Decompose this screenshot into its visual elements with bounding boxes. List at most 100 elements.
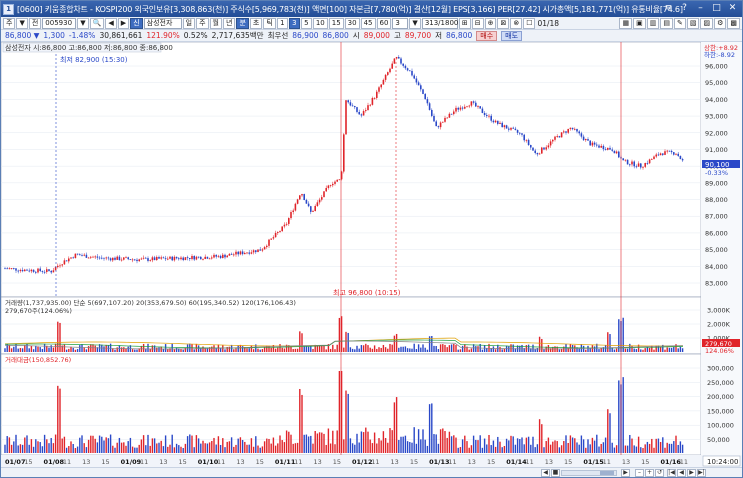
period-button-1[interactable]: 주	[196, 17, 209, 29]
candle-body	[391, 63, 393, 69]
interval-group: 1 3 5 10 15 30 45 60	[276, 17, 392, 29]
buy-button[interactable]: 매수	[476, 30, 498, 41]
candle-body	[43, 271, 46, 273]
search-icon[interactable]: 🔍	[89, 17, 105, 29]
x-axis-label: 11	[603, 458, 611, 466]
candle-body	[567, 128, 569, 133]
data-count-field[interactable]: 313/1800	[421, 17, 458, 29]
scroll-stop-icon[interactable]: ■	[551, 469, 560, 477]
interval-button-1[interactable]: 1	[276, 17, 288, 29]
volume-bar	[215, 348, 217, 352]
amount-bar	[109, 434, 112, 453]
tool-icon-2[interactable]: ⊕	[484, 17, 497, 29]
interval-button-60[interactable]: 60	[376, 17, 392, 29]
candle-body	[626, 159, 629, 165]
chart-scrollbar[interactable]	[561, 470, 617, 476]
interval-button-30[interactable]: 30	[344, 17, 360, 29]
amount-bar	[50, 437, 52, 453]
interval-dropdown-icon[interactable]: ▼	[409, 17, 421, 29]
help-icon[interactable]: ?	[677, 2, 692, 15]
candle-body	[602, 145, 605, 150]
settings-icon-1[interactable]: ▣	[633, 17, 646, 29]
volume-bar	[24, 344, 26, 352]
tool-icon-4[interactable]: ⊗	[510, 17, 523, 29]
tool-icon-1[interactable]: ⊟	[471, 17, 484, 29]
zoom-reset-icon[interactable]: ↺	[655, 469, 664, 477]
period-button-2[interactable]: 월	[209, 17, 222, 29]
settings-icon-6[interactable]: ▨	[700, 17, 714, 29]
volume-bar	[109, 343, 112, 352]
interval-input[interactable]: 3	[392, 17, 409, 29]
prev-page-icon[interactable]: ◀	[677, 469, 686, 477]
last-page-icon[interactable]: ▶|	[697, 469, 706, 477]
period-button-5[interactable]: 초	[249, 17, 263, 29]
candle-body	[576, 128, 578, 132]
code-dropdown-icon[interactable]: ▼	[77, 17, 89, 29]
volume-bar	[666, 347, 668, 352]
candle-body	[635, 166, 638, 168]
candle-body	[670, 150, 673, 153]
minimize-icon[interactable]: –	[693, 2, 708, 15]
interval-button-5[interactable]: 5	[300, 17, 312, 29]
zoom-out-icon[interactable]: –	[635, 469, 644, 477]
next-page-icon[interactable]: ▶	[687, 469, 696, 477]
period-button-0[interactable]: 일	[182, 17, 196, 29]
candle-body	[398, 56, 400, 59]
sell-button[interactable]: 매도	[501, 30, 523, 41]
settings-icon-4[interactable]: ✎	[673, 17, 686, 29]
volume-bar	[270, 347, 272, 352]
next-stock-icon[interactable]: ▶	[117, 17, 130, 29]
tool-icon-3[interactable]: ⊠	[497, 17, 510, 29]
candle-body	[369, 104, 371, 106]
scroll-left-icon[interactable]: ◀	[541, 469, 550, 477]
candle-body	[266, 245, 268, 248]
first-page-icon[interactable]: |◀	[667, 469, 676, 477]
chart-area[interactable]: 삼성전자 시:86,800 고:86,800 저:86,800 종:86,800…	[1, 42, 742, 467]
date-checkbox[interactable]: ☐	[523, 17, 536, 29]
settings-icon-2[interactable]: ▥	[646, 17, 660, 29]
interval-button-45[interactable]: 45	[360, 17, 376, 29]
interval-button-3[interactable]: 3	[288, 17, 300, 29]
volume-bar	[85, 349, 88, 352]
amount-bar	[248, 444, 250, 453]
settings-icon-5[interactable]: ▧	[686, 17, 700, 29]
period-button-4[interactable]: 분	[236, 17, 249, 29]
market-button[interactable]: 주	[3, 17, 16, 29]
amount-bar	[164, 435, 167, 453]
candle-body	[347, 100, 349, 103]
settings-icon-0[interactable]: ▦	[619, 17, 633, 29]
settings-icon-3[interactable]: ▤	[660, 17, 673, 29]
amount-bar	[105, 437, 107, 453]
scroll-right-icon[interactable]: ▶	[621, 469, 630, 477]
all-market-button[interactable]: 전	[28, 17, 42, 29]
amount-bar	[615, 445, 618, 453]
period-button-3[interactable]: 년	[223, 17, 236, 29]
volume-bar	[294, 348, 297, 352]
candle-body	[488, 115, 490, 117]
amount-bar	[277, 443, 279, 453]
close-icon[interactable]: ✕	[725, 2, 740, 15]
price-axis-label: 85,000	[705, 246, 728, 254]
amount-bar	[296, 442, 299, 453]
zoom-in-icon[interactable]: +	[645, 469, 654, 477]
prev-stock-icon[interactable]: ◀	[105, 17, 117, 29]
interval-button-15[interactable]: 15	[328, 17, 344, 29]
period-button-6[interactable]: 틱	[263, 17, 276, 29]
settings-icon-8[interactable]: ▩	[727, 17, 740, 29]
market-dropdown-icon[interactable]: ▼	[16, 17, 28, 29]
candle-body	[615, 151, 618, 154]
volume-bar	[41, 348, 44, 352]
candle-body	[41, 270, 44, 272]
tool-icon-0[interactable]: ⊞	[458, 17, 471, 29]
chart-scrollbar-thumb[interactable]	[600, 471, 614, 475]
candle-body	[310, 206, 312, 212]
x-axis-label: 11	[680, 458, 688, 466]
volume-bar	[659, 347, 662, 352]
stock-code-input[interactable]: 005930	[42, 17, 77, 29]
maximize-icon[interactable]: □	[709, 2, 724, 15]
interval-button-10[interactable]: 10	[312, 17, 328, 29]
menu-icon[interactable]: ≡	[661, 2, 676, 15]
x-axis-label: 01/14	[506, 458, 527, 466]
candle-body	[303, 194, 305, 201]
settings-icon-7[interactable]: ⚙	[714, 17, 727, 29]
